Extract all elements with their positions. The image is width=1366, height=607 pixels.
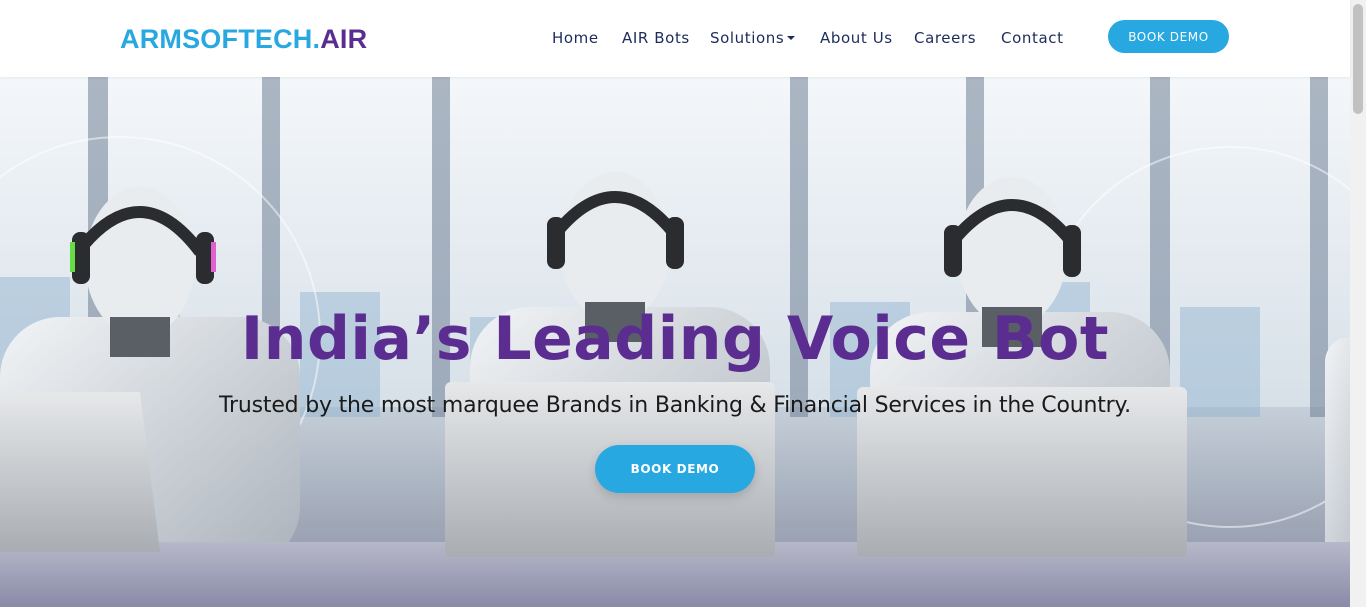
logo-text-accent: AIR <box>320 24 368 54</box>
header-book-demo-button[interactable]: BOOK DEMO <box>1108 20 1229 53</box>
nav-item-about-us[interactable]: About Us <box>820 29 893 47</box>
hero-title: India’s Leading Voice Bot <box>240 304 1110 374</box>
brand-logo[interactable]: ARMSOFTECH.AIR <box>120 24 367 54</box>
scrollbar-thumb[interactable] <box>1353 4 1363 114</box>
logo-text-primary: ARMSOFTECH. <box>120 24 321 54</box>
hero-book-demo-button[interactable]: BOOK DEMO <box>595 445 755 493</box>
hero-subtitle: Trusted by the most marquee Brands in Ba… <box>219 393 1131 418</box>
page-scrollbar[interactable] <box>1350 0 1366 607</box>
nav-item-solutions-label: Solutions <box>710 29 785 47</box>
nav-item-solutions[interactable]: Solutions <box>710 29 796 47</box>
caret-down-icon <box>787 36 796 40</box>
hero-section: India’s Leading Voice Bot Trusted by the… <box>0 77 1350 607</box>
nav-item-contact[interactable]: Contact <box>1001 29 1064 47</box>
site-header: ARMSOFTECH.AIR Home AIR Bots Solutions A… <box>0 0 1350 77</box>
nav-item-careers[interactable]: Careers <box>914 29 976 47</box>
nav-item-home[interactable]: Home <box>552 29 599 47</box>
nav-item-air-bots[interactable]: AIR Bots <box>622 29 690 47</box>
